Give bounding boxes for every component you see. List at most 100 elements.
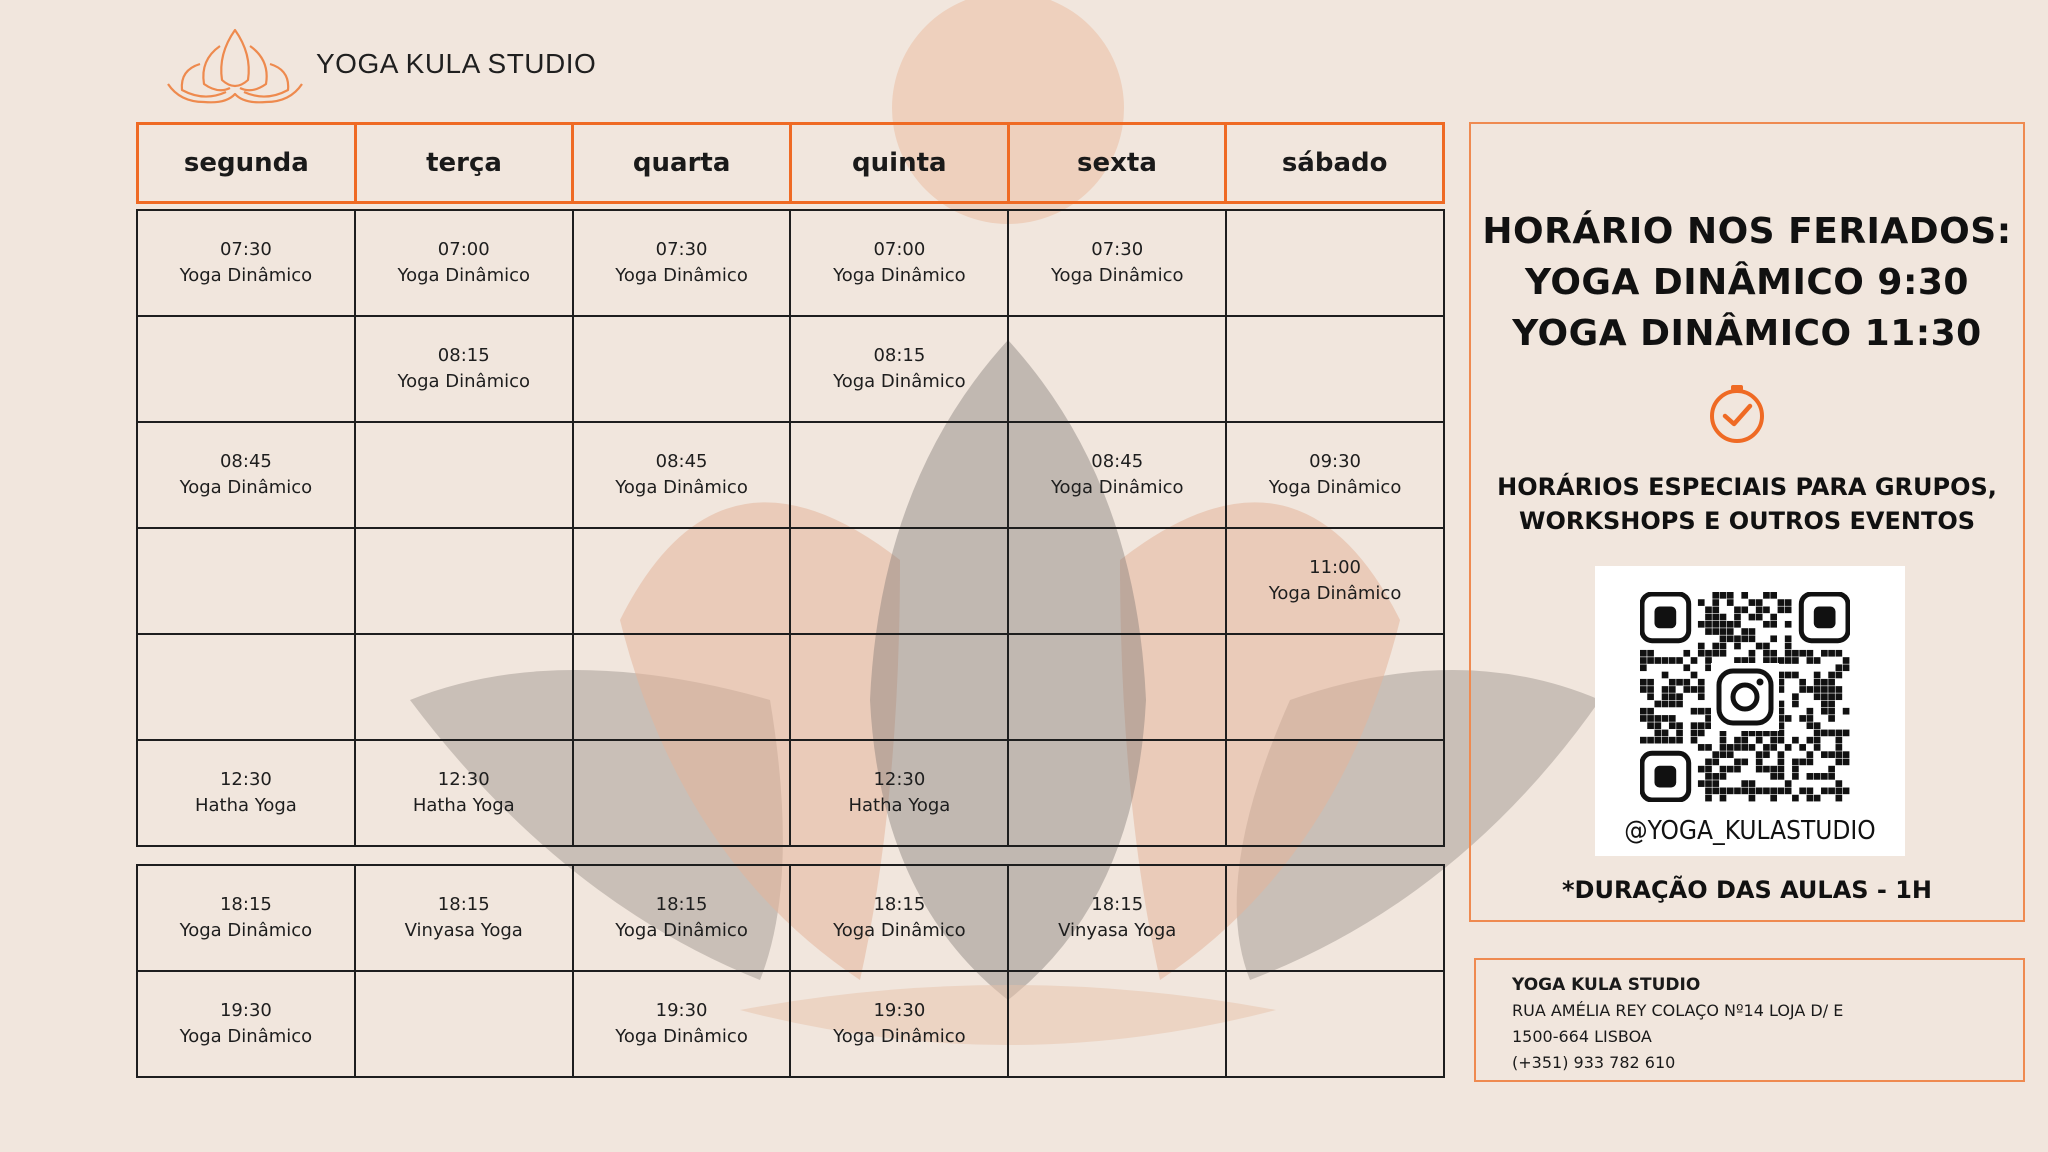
day-header-3: quinta (788, 122, 1010, 204)
class-slot: 18:15 Vinyasa Yoga (1007, 864, 1228, 972)
class-slot: 07:30 Yoga Dinâmico (571, 209, 792, 317)
qr-finder-marker (1640, 750, 1692, 802)
empty-slot (1007, 739, 1228, 847)
day-header-4: sexta (1006, 122, 1228, 204)
holiday-line: HORÁRIO NOS FERIADOS: (1482, 211, 2012, 252)
class-slot: 09:30 Yoga Dinâmico (1225, 421, 1445, 529)
class-slot: 18:15 Vinyasa Yoga (353, 864, 574, 972)
address-studio-name: YOGA KULA STUDIO (1512, 975, 1701, 995)
class-slot: 07:30 Yoga Dinâmico (1007, 209, 1228, 317)
class-time: 18:15 (219, 894, 272, 915)
class-time: 07:00 (873, 239, 926, 260)
empty-slot (1007, 527, 1228, 635)
instagram-icon (1711, 663, 1779, 731)
instagram-handle[interactable]: @YOGA_KULASTUDIO (1595, 816, 1905, 846)
class-time: 08:15 (873, 345, 926, 366)
class-slot: 12:30 Hatha Yoga (353, 739, 574, 847)
class-name: Hatha Yoga (194, 795, 297, 816)
class-time: 08:15 (437, 345, 490, 366)
schedule-row: 08:45 Yoga Dinâmico 08:45 Yoga Dinâmico 08:4… (136, 421, 1445, 529)
class-time: 18:15 (873, 894, 926, 915)
class-slot: 08:45 Yoga Dinâmico (1007, 421, 1228, 529)
morning-schedule-table: 07:30 Yoga Dinâmico 07:00 Yoga Dinâmico 07:3… (136, 209, 1445, 847)
class-time: 18:15 (1091, 894, 1144, 915)
brand-name: YOGA KULA STUDIO (316, 48, 597, 79)
schedule-row (136, 633, 1445, 741)
special-events-note: HORÁRIOS ESPECIAIS PARA GRUPOS, WORKSHOP… (1471, 470, 2023, 538)
instagram-qr-card[interactable]: @YOGA_KULASTUDIO (1595, 566, 1905, 856)
class-name: Yoga Dinâmico (833, 371, 966, 392)
qr-code[interactable] (1640, 592, 1850, 802)
empty-slot (1007, 315, 1228, 423)
class-slot: 07:00 Yoga Dinâmico (789, 209, 1010, 317)
empty-slot (571, 739, 792, 847)
special-line: HORÁRIOS ESPECIAIS PARA GRUPOS, (1497, 473, 1997, 501)
class-slot: 19:30 Yoga Dinâmico (789, 970, 1010, 1078)
class-name: Yoga Dinâmico (179, 920, 313, 941)
class-name: Yoga Dinâmico (615, 477, 748, 498)
empty-slot (1225, 739, 1445, 847)
empty-slot (571, 527, 792, 635)
class-time: 08:45 (1091, 451, 1144, 472)
day-header-2: quarta (571, 122, 792, 204)
class-name: Yoga Dinâmico (833, 1026, 966, 1047)
class-name: Vinyasa Yoga (1058, 920, 1177, 941)
class-time: 11:00 (1309, 557, 1361, 578)
brand-logo: YOGA KULA STUDIO (160, 18, 596, 110)
empty-slot (136, 633, 356, 741)
evening-schedule-table: 18:15 Yoga Dinâmico 18:15 Vinyasa Yoga 18:15… (136, 864, 1445, 1078)
schedule-row: 07:30 Yoga Dinâmico 07:00 Yoga Dinâmico 07:3… (136, 209, 1445, 317)
class-name: Yoga Dinâmico (1050, 477, 1184, 498)
address-box: YOGA KULA STUDIO RUA AMÉLIA REY COLAÇO N… (1474, 958, 2025, 1082)
empty-slot (353, 527, 574, 635)
class-name: Yoga Dinâmico (179, 265, 313, 286)
schedule-row: 19:30 Yoga Dinâmico 19:30 Yoga Dinâmico 19:3… (136, 970, 1445, 1078)
schedule-row: 11:00 Yoga Dinâmico (136, 527, 1445, 635)
class-name: Yoga Dinâmico (615, 265, 748, 286)
day-header-5: sábado (1224, 122, 1445, 204)
class-slot: 18:15 Yoga Dinâmico (136, 864, 356, 972)
info-panel: HORÁRIO NOS FERIADOS: YOGA DINÂMICO 9:30… (1469, 122, 2025, 922)
empty-slot (789, 527, 1010, 635)
empty-slot (1225, 970, 1445, 1078)
class-name: Yoga Dinâmico (1268, 477, 1402, 498)
holiday-line: YOGA DINÂMICO 11:30 (1512, 313, 1982, 354)
schedule-row: 12:30 Hatha Yoga 12:30 Hatha Yoga 12:30 Hatha… (136, 739, 1445, 847)
schedule-row: 18:15 Yoga Dinâmico 18:15 Vinyasa Yoga 18:15… (136, 864, 1445, 972)
class-time: 19:30 (219, 1000, 272, 1021)
class-name: Vinyasa Yoga (404, 920, 523, 941)
qr-finder-marker (1798, 592, 1850, 644)
empty-slot (1225, 209, 1445, 317)
empty-slot (353, 970, 574, 1078)
class-time: 08:45 (655, 451, 708, 472)
class-name: Yoga Dinâmico (397, 265, 531, 286)
class-time: 19:30 (873, 1000, 926, 1021)
day-header-1: terça (353, 122, 575, 204)
holiday-schedule: HORÁRIO NOS FERIADOS: YOGA DINÂMICO 9:30… (1471, 206, 2023, 359)
address-street: RUA AMÉLIA REY COLAÇO Nº14 LOJA D/ E (1512, 1001, 1844, 1020)
class-slot: 19:30 Yoga Dinâmico (571, 970, 792, 1078)
empty-slot (353, 633, 574, 741)
class-slot: 11:00 Yoga Dinâmico (1225, 527, 1445, 635)
address-phone[interactable]: (+351) 933 782 610 (1512, 1050, 2023, 1076)
qr-finder-marker (1640, 592, 1692, 644)
class-time: 07:00 (437, 239, 490, 260)
class-name: Hatha Yoga (848, 795, 951, 816)
empty-slot (789, 421, 1010, 529)
class-time: 12:30 (219, 769, 272, 790)
class-slot: 19:30 Yoga Dinâmico (136, 970, 356, 1078)
class-time: 19:30 (655, 1000, 708, 1021)
class-name: Yoga Dinâmico (397, 371, 531, 392)
class-time: 07:30 (655, 239, 708, 260)
class-time: 18:15 (655, 894, 708, 915)
class-slot: 12:30 Hatha Yoga (789, 739, 1010, 847)
empty-slot (136, 315, 356, 423)
empty-slot (1225, 864, 1445, 972)
empty-slot (571, 315, 792, 423)
day-header-0: segunda (136, 122, 357, 204)
class-slot: 08:15 Yoga Dinâmico (353, 315, 574, 423)
class-name: Yoga Dinâmico (1268, 583, 1402, 604)
class-slot: 08:15 Yoga Dinâmico (789, 315, 1010, 423)
class-name: Yoga Dinâmico (1050, 265, 1184, 286)
empty-slot (1225, 633, 1445, 741)
